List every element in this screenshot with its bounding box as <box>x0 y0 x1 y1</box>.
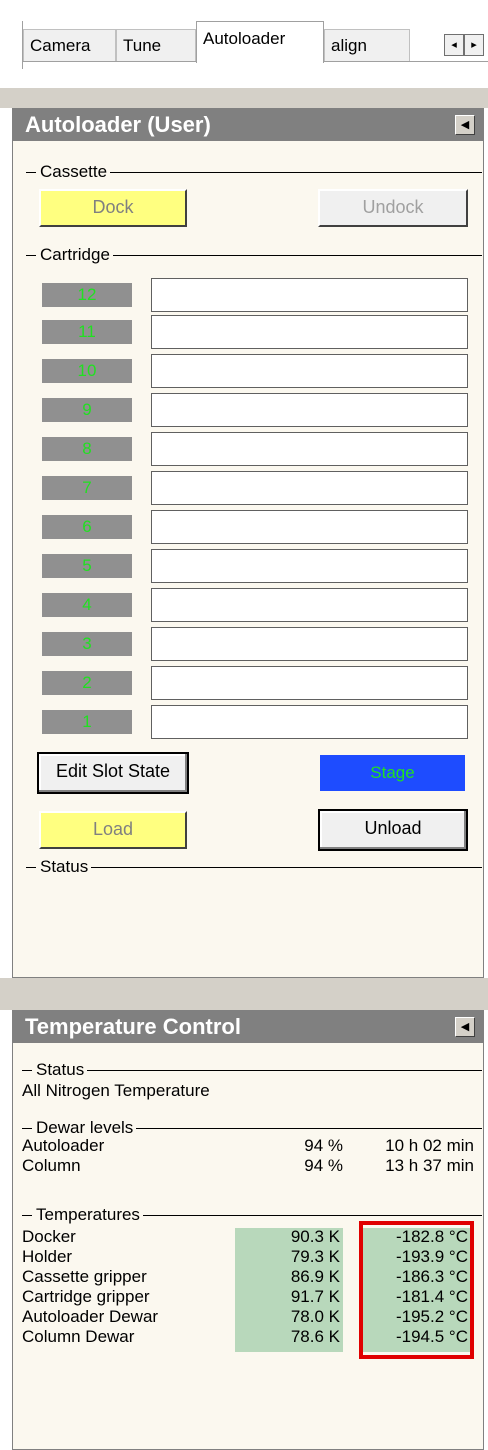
slot-field-1[interactable] <box>151 705 468 739</box>
panel-gap <box>0 88 488 108</box>
undock-button[interactable]: Undock <box>318 189 468 227</box>
slot-field-3[interactable] <box>151 627 468 661</box>
tab-autoloader[interactable]: Autoloader <box>196 21 324 63</box>
panel-title: Temperature Control <box>25 1014 241 1039</box>
panel-title: Autoloader (User) <box>25 112 211 137</box>
celsius-highlight-box <box>359 1221 474 1359</box>
slot-number: 1 <box>42 710 132 734</box>
slot-field-11[interactable] <box>151 315 468 349</box>
slot-field-6[interactable] <box>151 510 468 544</box>
tab-camera[interactable]: Camera <box>23 29 116 61</box>
collapse-icon[interactable]: ◀ <box>455 1017 475 1037</box>
tab-align[interactable]: align <box>324 29 410 61</box>
slot-field-7[interactable] <box>151 471 468 505</box>
group-label: Dewar levels <box>32 1118 137 1138</box>
cassette-group: Cassette <box>26 162 482 182</box>
group-label: Cartridge <box>36 245 113 265</box>
temp-kelvin: 78.6 K <box>290 1327 340 1346</box>
dewar-percent: 94 % <box>304 1136 343 1155</box>
slot-number: 4 <box>42 593 132 617</box>
slot-number: 9 <box>42 398 132 422</box>
slot-number: 3 <box>42 632 132 656</box>
slot-number: 11 <box>42 320 132 344</box>
status-text: All Nitrogen Temperature <box>22 1081 210 1100</box>
temp-name: Column Dewar <box>22 1327 135 1346</box>
stage-indicator: Stage <box>320 755 465 791</box>
slot-number: 10 <box>42 359 132 383</box>
slot-number: 5 <box>42 554 132 578</box>
load-button[interactable]: Load <box>39 811 187 849</box>
temp-name: Cassette gripper <box>22 1267 147 1286</box>
temp-kelvin: 79.3 K <box>290 1247 340 1266</box>
dewar-percent: 94 % <box>304 1156 343 1175</box>
dewar-name: Column <box>22 1156 81 1175</box>
slot-number: 7 <box>42 476 132 500</box>
temp-status-group: Status <box>22 1060 482 1080</box>
slot-field-12[interactable] <box>151 278 468 312</box>
scroll-left-icon[interactable]: ◂ <box>444 34 464 56</box>
autoloader-panel-header[interactable]: Autoloader (User) ◀ <box>13 109 483 141</box>
temp-name: Holder <box>22 1247 73 1266</box>
temp-kelvin: 78.0 K <box>290 1307 340 1326</box>
group-label: Status <box>32 1060 88 1080</box>
group-label: Cassette <box>36 162 111 182</box>
unload-button[interactable]: Unload <box>318 809 468 851</box>
dock-button[interactable]: Dock <box>39 189 187 227</box>
temp-kelvin: 86.9 K <box>290 1267 340 1286</box>
slot-field-10[interactable] <box>151 354 468 388</box>
group-label: Temperatures <box>32 1205 143 1225</box>
panel-gap <box>0 978 488 1010</box>
temp-name: Cartridge gripper <box>22 1287 150 1306</box>
group-label: Status <box>36 857 92 877</box>
slot-field-8[interactable] <box>151 432 468 466</box>
status-group: Status <box>26 857 482 877</box>
temp-kelvin: 90.3 K <box>290 1227 340 1246</box>
slot-number: 8 <box>42 437 132 461</box>
collapse-icon[interactable]: ◀ <box>455 115 475 135</box>
slot-field-4[interactable] <box>151 588 468 622</box>
dewar-time: 13 h 37 min <box>385 1156 474 1175</box>
temp-name: Docker <box>22 1227 76 1246</box>
dewar-time: 10 h 02 min <box>385 1136 474 1155</box>
slot-number: 6 <box>42 515 132 539</box>
temperature-panel-header[interactable]: Temperature Control ◀ <box>13 1011 483 1043</box>
edit-slot-state-button[interactable]: Edit Slot State <box>37 752 189 794</box>
slot-field-2[interactable] <box>151 666 468 700</box>
slot-number: 12 <box>42 283 132 307</box>
scroll-right-icon[interactable]: ▸ <box>464 34 484 56</box>
dewar-name: Autoloader <box>22 1136 105 1155</box>
temp-name: Autoloader Dewar <box>22 1307 159 1326</box>
dewar-group: Dewar levels <box>22 1118 482 1138</box>
temp-kelvin: 91.7 K <box>290 1287 340 1306</box>
tab-tune[interactable]: Tune <box>116 29 196 61</box>
tab-bar-area: Camera Tune Autoloader align ◂ ▸ <box>0 0 488 88</box>
slot-field-9[interactable] <box>151 393 468 427</box>
slot-field-5[interactable] <box>151 549 468 583</box>
slot-number: 2 <box>42 671 132 695</box>
cartridge-group: Cartridge <box>26 245 482 265</box>
